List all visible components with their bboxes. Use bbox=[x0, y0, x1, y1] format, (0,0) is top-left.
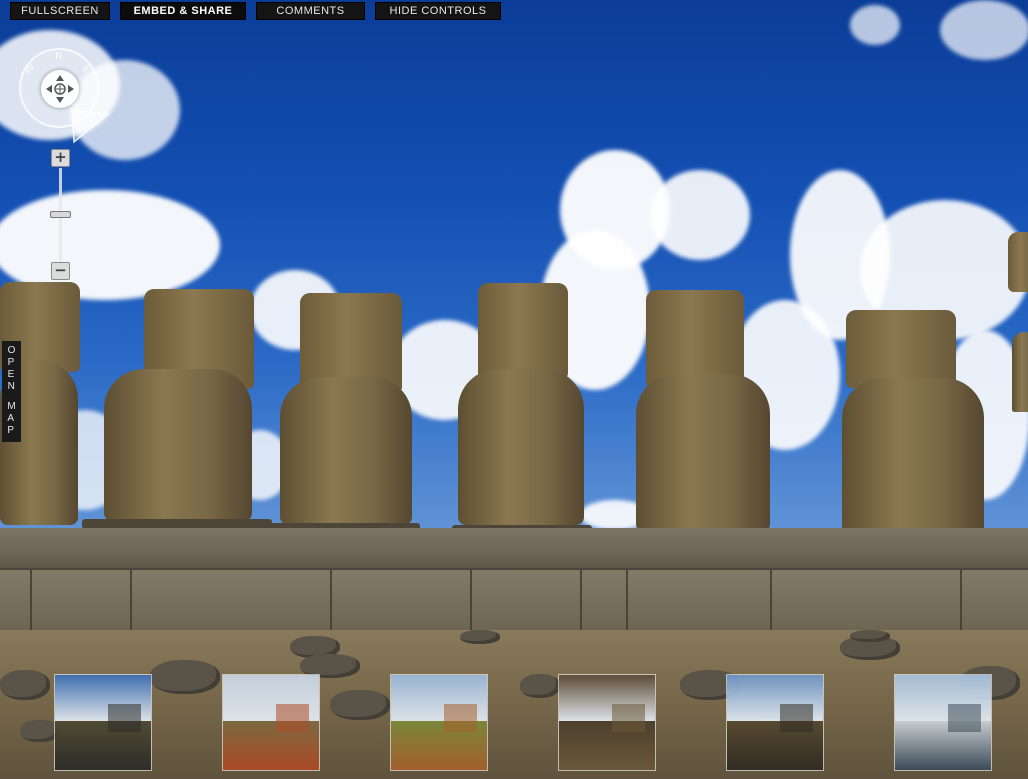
moai-statue bbox=[630, 290, 776, 540]
open-map-label-2: MAP bbox=[7, 401, 15, 437]
moai-statue bbox=[1008, 232, 1028, 412]
moai-statue bbox=[82, 289, 272, 529]
panorama-view[interactable] bbox=[0, 0, 1028, 779]
view-direction-icon bbox=[71, 109, 110, 144]
cloud bbox=[940, 0, 1028, 60]
thumbnail-moai-distant-row[interactable] bbox=[726, 674, 824, 771]
rocky-ground bbox=[0, 630, 1028, 779]
fullscreen-button[interactable]: FULLSCREEN bbox=[10, 2, 110, 20]
open-map-label: OPEN bbox=[8, 345, 16, 393]
open-map-letter: P bbox=[7, 425, 14, 436]
thumbnail-detail bbox=[611, 703, 646, 732]
thumbnail-beach-walkers[interactable] bbox=[894, 674, 992, 771]
open-map-letter: O bbox=[7, 345, 16, 356]
thumbnail-rocky-slope[interactable] bbox=[558, 674, 656, 771]
thumbnail-detail bbox=[779, 703, 814, 732]
thumbnail-green-meadow[interactable] bbox=[390, 674, 488, 771]
open-map-letter: M bbox=[7, 401, 16, 412]
open-map-letter: P bbox=[7, 357, 15, 368]
top-toolbar: FULLSCREEN EMBED & SHARE COMMENTS HIDE C… bbox=[10, 2, 501, 20]
comments-button[interactable]: COMMENTS bbox=[256, 2, 365, 20]
thumbnail-detail bbox=[275, 703, 310, 732]
thumbnail-detail bbox=[443, 703, 478, 732]
zoom-slider-handle[interactable] bbox=[50, 210, 71, 218]
compass-north-label: N bbox=[55, 51, 63, 62]
zoom-in-button[interactable]: + bbox=[51, 149, 70, 167]
moai-statue bbox=[270, 293, 420, 531]
thumbnail-detail bbox=[107, 703, 142, 732]
open-map-letter: E bbox=[7, 369, 15, 380]
cloud bbox=[650, 170, 750, 260]
pan-pad[interactable] bbox=[41, 70, 79, 108]
compass-east-label: E bbox=[80, 63, 93, 76]
pan-arrows-icon bbox=[46, 75, 74, 103]
zoom-out-button[interactable]: − bbox=[51, 262, 70, 280]
thumbnail-crater-rim[interactable] bbox=[222, 674, 320, 771]
open-map-letter: N bbox=[7, 381, 15, 392]
moai-statue bbox=[842, 310, 1022, 548]
open-map-letter: A bbox=[7, 413, 14, 424]
hide-controls-button[interactable]: HIDE CONTROLS bbox=[375, 2, 501, 20]
embed-share-button[interactable]: EMBED & SHARE bbox=[120, 2, 246, 20]
cloud bbox=[850, 5, 900, 45]
open-map-tab[interactable]: OPEN MAP bbox=[2, 341, 21, 442]
thumbnail-detail bbox=[947, 703, 982, 732]
thumbnail-moai-row-wide[interactable] bbox=[54, 674, 152, 771]
stone-wall bbox=[0, 568, 1028, 632]
moai-statue bbox=[452, 283, 592, 535]
